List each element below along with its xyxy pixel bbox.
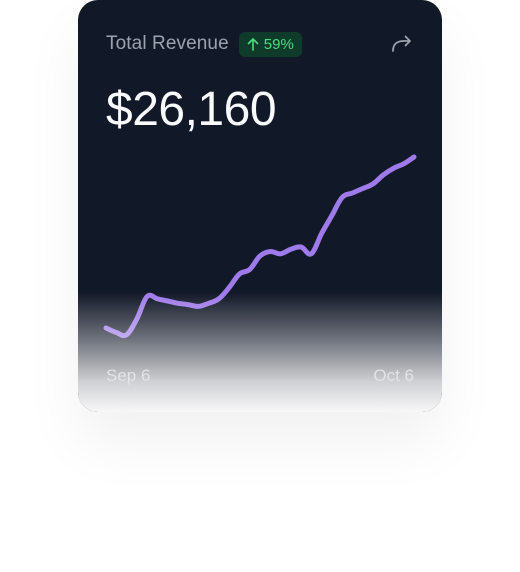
revenue-series-line — [103, 154, 417, 339]
x-tick-label-start: Sep 6 — [106, 366, 151, 385]
stage: Total Revenue 59% $26,160 Sep 6 Oct 6 — [0, 0, 520, 572]
revenue-card: Total Revenue 59% $26,160 Sep 6 Oct 6 — [78, 0, 442, 412]
revenue-line-chart — [103, 154, 417, 339]
x-tick-label-end: Oct 6 — [373, 366, 414, 385]
